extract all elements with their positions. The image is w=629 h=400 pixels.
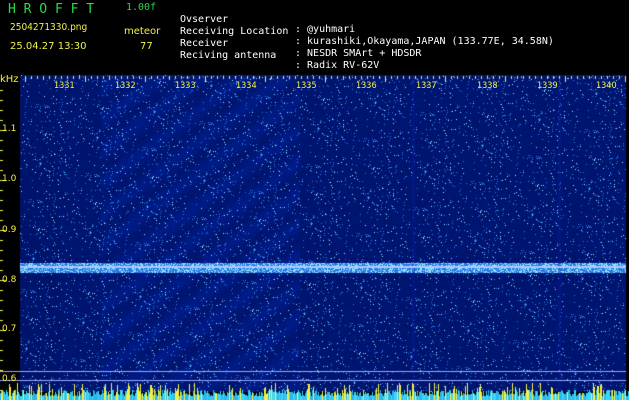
x-tick-label: 1337 (416, 81, 437, 91)
y-tick-label: 1.1 (2, 124, 17, 134)
location-value: : kurashiki,Okayama,JAPAN (133.77E, 34.5… (295, 36, 554, 47)
y-tick-label: 0.7 (2, 324, 17, 334)
receiver-value: : NESDR SMArt + HDSDR (295, 48, 422, 59)
observer-value: : @yuhmari (295, 24, 356, 35)
y-tick-label: 0.6 (2, 374, 17, 384)
y-tick-label: 1.0 (2, 174, 17, 184)
x-tick-label: 1334 (236, 81, 257, 91)
x-tick-label: 1335 (296, 81, 317, 91)
axis-unit-label: kHz (0, 74, 19, 85)
location-label: Receiving Location (180, 26, 289, 37)
x-tick-label: 1331 (54, 81, 75, 91)
mode-label: meteor (124, 26, 161, 37)
filename-label: 2504271330.png (10, 22, 88, 33)
x-tick-label: 1336 (356, 81, 377, 91)
meteor-count: 77 (140, 41, 153, 52)
x-tick-label: 1338 (477, 81, 498, 91)
antenna-value: : Radix RV-62V (295, 60, 380, 71)
x-tick-label: 1340 (596, 81, 617, 91)
x-tick-label: 1333 (175, 81, 196, 91)
y-tick-label: 0.8 (2, 275, 17, 285)
x-tick-label: 1339 (537, 81, 558, 91)
y-tick-label: 0.9 (2, 225, 17, 235)
version-label: 1.00f (126, 2, 157, 13)
datetime-label: 25.04.27 13:30 (10, 41, 87, 52)
x-tick-label: 1332 (115, 81, 136, 91)
antenna-row: Reciving antenna : Radix RV-62V (180, 41, 379, 71)
antenna-label: Reciving antenna (180, 50, 277, 61)
app-logo: H R O F F T (8, 2, 95, 17)
